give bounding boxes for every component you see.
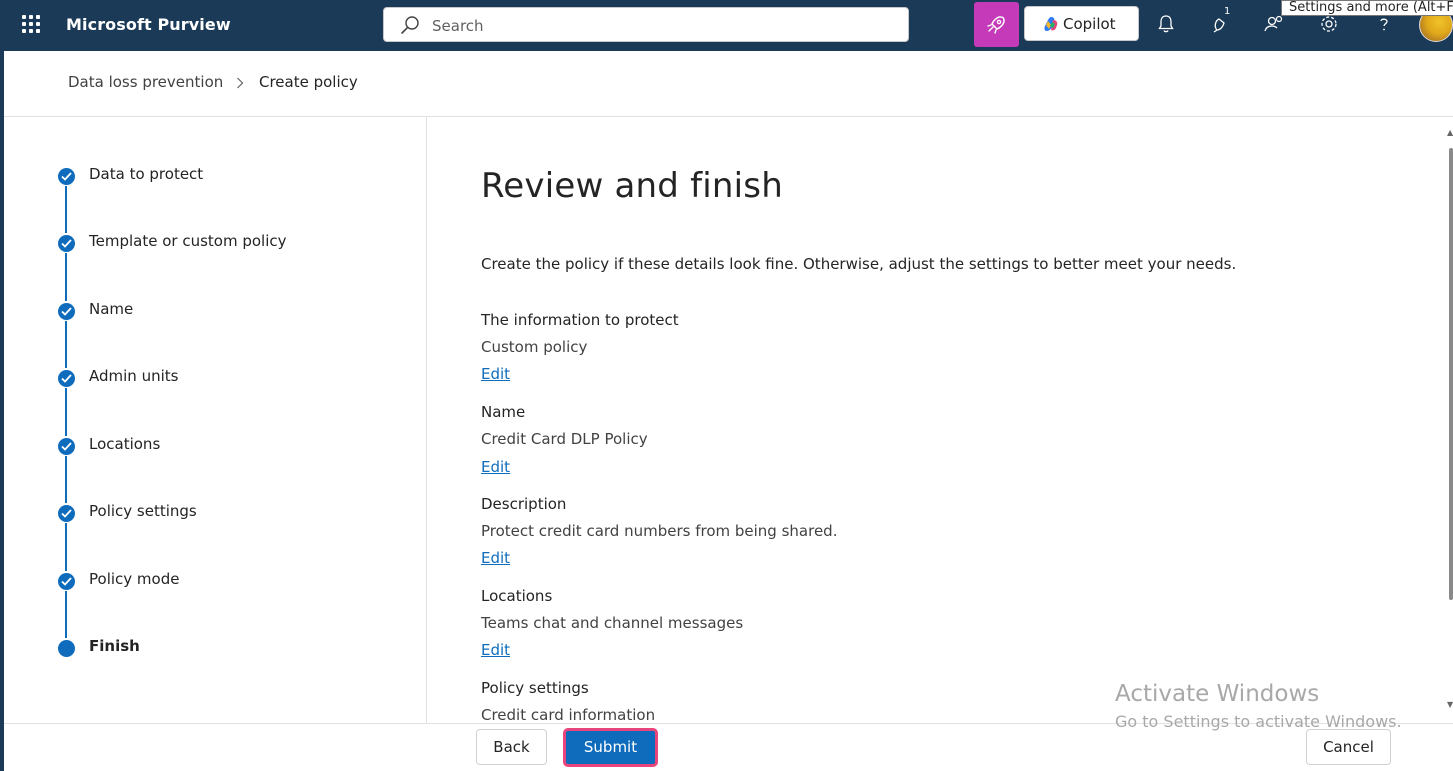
step-label: Template or custom policy xyxy=(89,232,287,250)
page-title: Review and finish xyxy=(481,166,783,206)
breadcrumb-data-loss-prevention[interactable]: Data loss prevention xyxy=(68,73,223,91)
cancel-button[interactable]: Cancel xyxy=(1306,729,1391,765)
scroll-up-arrow-icon[interactable]: ▲ xyxy=(1447,128,1453,137)
checkmark-icon xyxy=(58,168,75,185)
step-connector xyxy=(65,186,67,233)
checkmark-icon xyxy=(58,438,75,455)
step-label: Policy mode xyxy=(89,570,180,588)
section-value: Credit card information xyxy=(481,706,656,724)
step-label: Data to protect xyxy=(89,165,204,183)
activate-windows-subtext: Go to Settings to activate Windows. xyxy=(1115,712,1402,731)
section-value: Protect credit card numbers from being s… xyxy=(481,522,838,540)
app-launcher-icon[interactable] xyxy=(22,15,40,33)
divider xyxy=(4,116,1453,117)
scrollbar-thumb[interactable] xyxy=(1449,148,1453,600)
breadcrumb-create-policy: Create policy xyxy=(259,73,358,91)
edit-information-link[interactable]: Edit xyxy=(481,365,510,383)
copilot-label: Copilot xyxy=(1063,15,1116,33)
back-button[interactable]: Back xyxy=(476,729,547,765)
scroll-down-arrow-icon[interactable]: ▼ xyxy=(1447,700,1453,709)
checkmark-icon xyxy=(58,303,75,320)
section-value: Credit Card DLP Policy xyxy=(481,430,648,448)
section-heading: Description xyxy=(481,495,567,513)
section-value: Custom policy xyxy=(481,338,588,356)
submit-button[interactable]: Submit xyxy=(563,728,658,767)
edit-description-link[interactable]: Edit xyxy=(481,549,510,567)
step-connector xyxy=(65,253,67,301)
developer-button[interactable] xyxy=(974,2,1019,47)
checkmark-icon xyxy=(58,370,75,387)
search-icon xyxy=(401,16,419,34)
step-connector xyxy=(65,523,67,571)
step-connector xyxy=(65,456,67,503)
edit-name-link[interactable]: Edit xyxy=(481,458,510,476)
edit-locations-link[interactable]: Edit xyxy=(481,641,510,659)
step-label: Locations xyxy=(89,435,161,453)
developer-rocket-icon xyxy=(987,16,1005,34)
step-label: Policy settings xyxy=(89,502,197,520)
checkmark-icon xyxy=(58,235,75,252)
step-connector xyxy=(65,591,67,638)
step-connector xyxy=(65,388,67,436)
current-step-dot-icon xyxy=(58,640,75,657)
copilot-button[interactable]: Copilot xyxy=(1024,6,1139,41)
step-label: Finish xyxy=(89,637,140,655)
section-heading: The information to protect xyxy=(481,311,679,329)
chevron-right-icon xyxy=(237,77,244,89)
section-value: Teams chat and channel messages xyxy=(481,614,744,632)
search-box[interactable]: Search xyxy=(383,7,909,42)
section-heading: Policy settings xyxy=(481,679,589,697)
divider xyxy=(426,117,427,723)
section-heading: Name xyxy=(481,403,526,421)
step-label: Name xyxy=(89,300,134,318)
intro-text: Create the policy if these details look … xyxy=(481,255,1237,273)
app-title[interactable]: Microsoft Purview xyxy=(66,15,231,34)
notification-badge: 1 xyxy=(1224,6,1231,17)
step-label: Admin units xyxy=(89,367,179,385)
section-heading: Locations xyxy=(481,587,553,605)
search-placeholder: Search xyxy=(432,17,484,35)
activate-windows-watermark: Activate Windows xyxy=(1115,681,1320,707)
top-bar: Microsoft Purview Search Copilot 1 xyxy=(0,0,1453,51)
copilot-logo-icon xyxy=(1044,17,1058,31)
window-frame xyxy=(0,51,4,771)
settings-tooltip: Settings and more (Alt+F) xyxy=(1281,0,1453,16)
checkmark-icon xyxy=(58,573,75,590)
checkmark-icon xyxy=(58,505,75,522)
step-connector xyxy=(65,321,67,368)
bell-icon[interactable] xyxy=(1154,12,1178,36)
